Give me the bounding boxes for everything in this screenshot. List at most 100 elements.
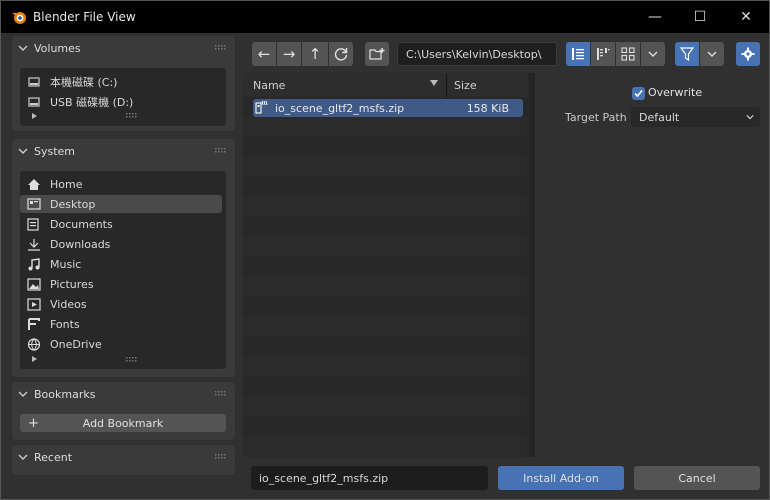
blender-logo-icon (12, 12, 26, 24)
filename-input[interactable]: io_scene_gltf2_msfs.zip (251, 466, 488, 490)
column-header-name[interactable]: Name (243, 73, 447, 97)
sidebar-item-home[interactable]: Home (20, 175, 222, 193)
install-addon-button[interactable]: Install Add-on (498, 466, 624, 490)
target-path-label: Target Path (565, 111, 627, 124)
vertical-list-view-button[interactable] (566, 42, 590, 66)
expand-triangle-icon[interactable] (32, 356, 37, 362)
forward-button[interactable]: → (277, 42, 301, 66)
filter-toggle-button[interactable] (675, 42, 699, 66)
resize-grip-icon[interactable] (126, 113, 138, 119)
font-icon (26, 317, 42, 331)
sidebar-item-label: Pictures (50, 277, 94, 291)
volumes-header[interactable]: Volumes (12, 36, 235, 60)
arrow-right-icon: → (282, 45, 296, 63)
refresh-icon (334, 48, 348, 61)
chevron-down-icon (18, 45, 28, 51)
disk-icon (26, 75, 42, 89)
drag-grip-icon[interactable] (215, 454, 227, 460)
cancel-button[interactable]: Cancel (634, 466, 760, 490)
cancel-label: Cancel (678, 471, 716, 485)
grid-view-icon (621, 47, 635, 61)
volumes-list: 本機磁碟 (C:) USB 磁碟機 (D:) (20, 68, 226, 126)
filter-icon (680, 47, 694, 61)
drag-grip-icon[interactable] (215, 45, 227, 51)
recent-header[interactable]: Recent (12, 445, 235, 469)
sidebar-item-downloads[interactable]: Downloads (20, 235, 222, 253)
sidebar-item-videos[interactable]: Videos (20, 295, 222, 313)
display-options-dropdown[interactable] (641, 42, 665, 66)
resize-grip-icon[interactable] (126, 357, 138, 363)
sidebar-item-volume-c[interactable]: 本機磁碟 (C:) (20, 73, 222, 91)
column-name-label: Name (253, 78, 286, 92)
file-size: 158 KiB (466, 101, 509, 115)
sidebar-item-desktop[interactable]: Desktop (20, 195, 222, 213)
overwrite-checkbox[interactable] (632, 87, 645, 100)
gear-icon (741, 47, 755, 61)
usb-disk-icon (26, 95, 42, 109)
new-folder-icon (369, 48, 385, 60)
home-icon (26, 177, 42, 191)
expand-triangle-icon[interactable] (32, 113, 37, 119)
add-bookmark-button[interactable]: + Add Bookmark (20, 414, 226, 432)
filename-text: io_scene_gltf2_msfs.zip (259, 471, 389, 485)
download-icon (26, 237, 42, 251)
close-icon: ✕ (740, 9, 752, 25)
film-icon (26, 297, 42, 311)
system-title: System (34, 144, 76, 158)
file-list-scrollbar[interactable] (529, 73, 535, 457)
sidebar-item-onedrive[interactable]: OneDrive (20, 335, 222, 353)
recent-panel: Recent (12, 445, 235, 475)
new-folder-button[interactable] (365, 42, 389, 66)
sidebar-item-label: Videos (50, 297, 87, 311)
column-size-label: Size (454, 78, 477, 92)
sidebar: Volumes 本機磁碟 (C:) USB 磁碟機 (D:) System Ho… (1, 33, 243, 499)
minimize-button[interactable]: — (632, 1, 678, 33)
sort-descending-icon (430, 80, 438, 86)
sidebar-item-label: OneDrive (50, 337, 102, 351)
overwrite-label[interactable]: Overwrite (648, 86, 702, 99)
chevron-down-icon (18, 148, 28, 154)
parent-directory-button[interactable]: ↑ (302, 42, 328, 66)
install-addon-label: Install Add-on (523, 471, 599, 485)
chevron-down-icon (18, 454, 28, 460)
chevron-down-icon (18, 391, 28, 397)
column-header-size[interactable]: Size (448, 73, 528, 97)
bookmarks-header[interactable]: Bookmarks (12, 382, 235, 406)
horizontal-list-view-button[interactable] (591, 42, 615, 66)
chevron-down-icon (648, 51, 658, 57)
refresh-button[interactable] (329, 42, 353, 66)
list-view-icon (572, 48, 584, 60)
sidebar-item-pictures[interactable]: Pictures (20, 275, 222, 293)
maximize-button[interactable]: ☐ (677, 1, 723, 33)
close-button[interactable]: ✕ (723, 1, 769, 33)
sidebar-item-label: Home (50, 177, 83, 191)
target-path-select[interactable]: Default (631, 107, 760, 127)
window-title: Blender File View (33, 10, 136, 24)
bookmarks-panel: Bookmarks + Add Bookmark (12, 382, 235, 440)
filter-options-dropdown[interactable] (700, 42, 724, 66)
bookmarks-title: Bookmarks (34, 387, 96, 401)
desktop-icon (26, 197, 42, 211)
back-button[interactable]: ← (252, 42, 276, 66)
sidebar-item-volume-d[interactable]: USB 磁碟機 (D:) (20, 93, 222, 111)
settings-toggle-button[interactable] (736, 42, 760, 66)
sidebar-item-music[interactable]: Music (20, 255, 222, 273)
sidebar-item-documents[interactable]: Documents (20, 215, 222, 233)
system-header[interactable]: System (12, 139, 235, 163)
drag-grip-icon[interactable] (215, 148, 227, 154)
file-row[interactable]: io_scene_gltf2_msfs.zip 158 KiB (253, 99, 523, 117)
file-name: io_scene_gltf2_msfs.zip (275, 101, 405, 115)
sidebar-item-fonts[interactable]: Fonts (20, 315, 222, 333)
path-input[interactable]: C:\Users\Kelvin\Desktop\ (397, 42, 557, 66)
sidebar-item-label: Documents (50, 217, 113, 231)
volumes-title: Volumes (34, 41, 81, 55)
sidebar-item-label: Downloads (50, 237, 111, 251)
arrow-left-icon: ← (257, 45, 271, 63)
zip-file-icon (255, 100, 271, 117)
drag-grip-icon[interactable] (215, 391, 227, 397)
thumbnail-view-button[interactable] (616, 42, 640, 66)
image-icon (26, 277, 42, 291)
checkmark-icon (634, 89, 643, 98)
volumes-panel: Volumes 本機磁碟 (C:) USB 磁碟機 (D:) (12, 36, 235, 131)
music-icon (26, 257, 42, 271)
